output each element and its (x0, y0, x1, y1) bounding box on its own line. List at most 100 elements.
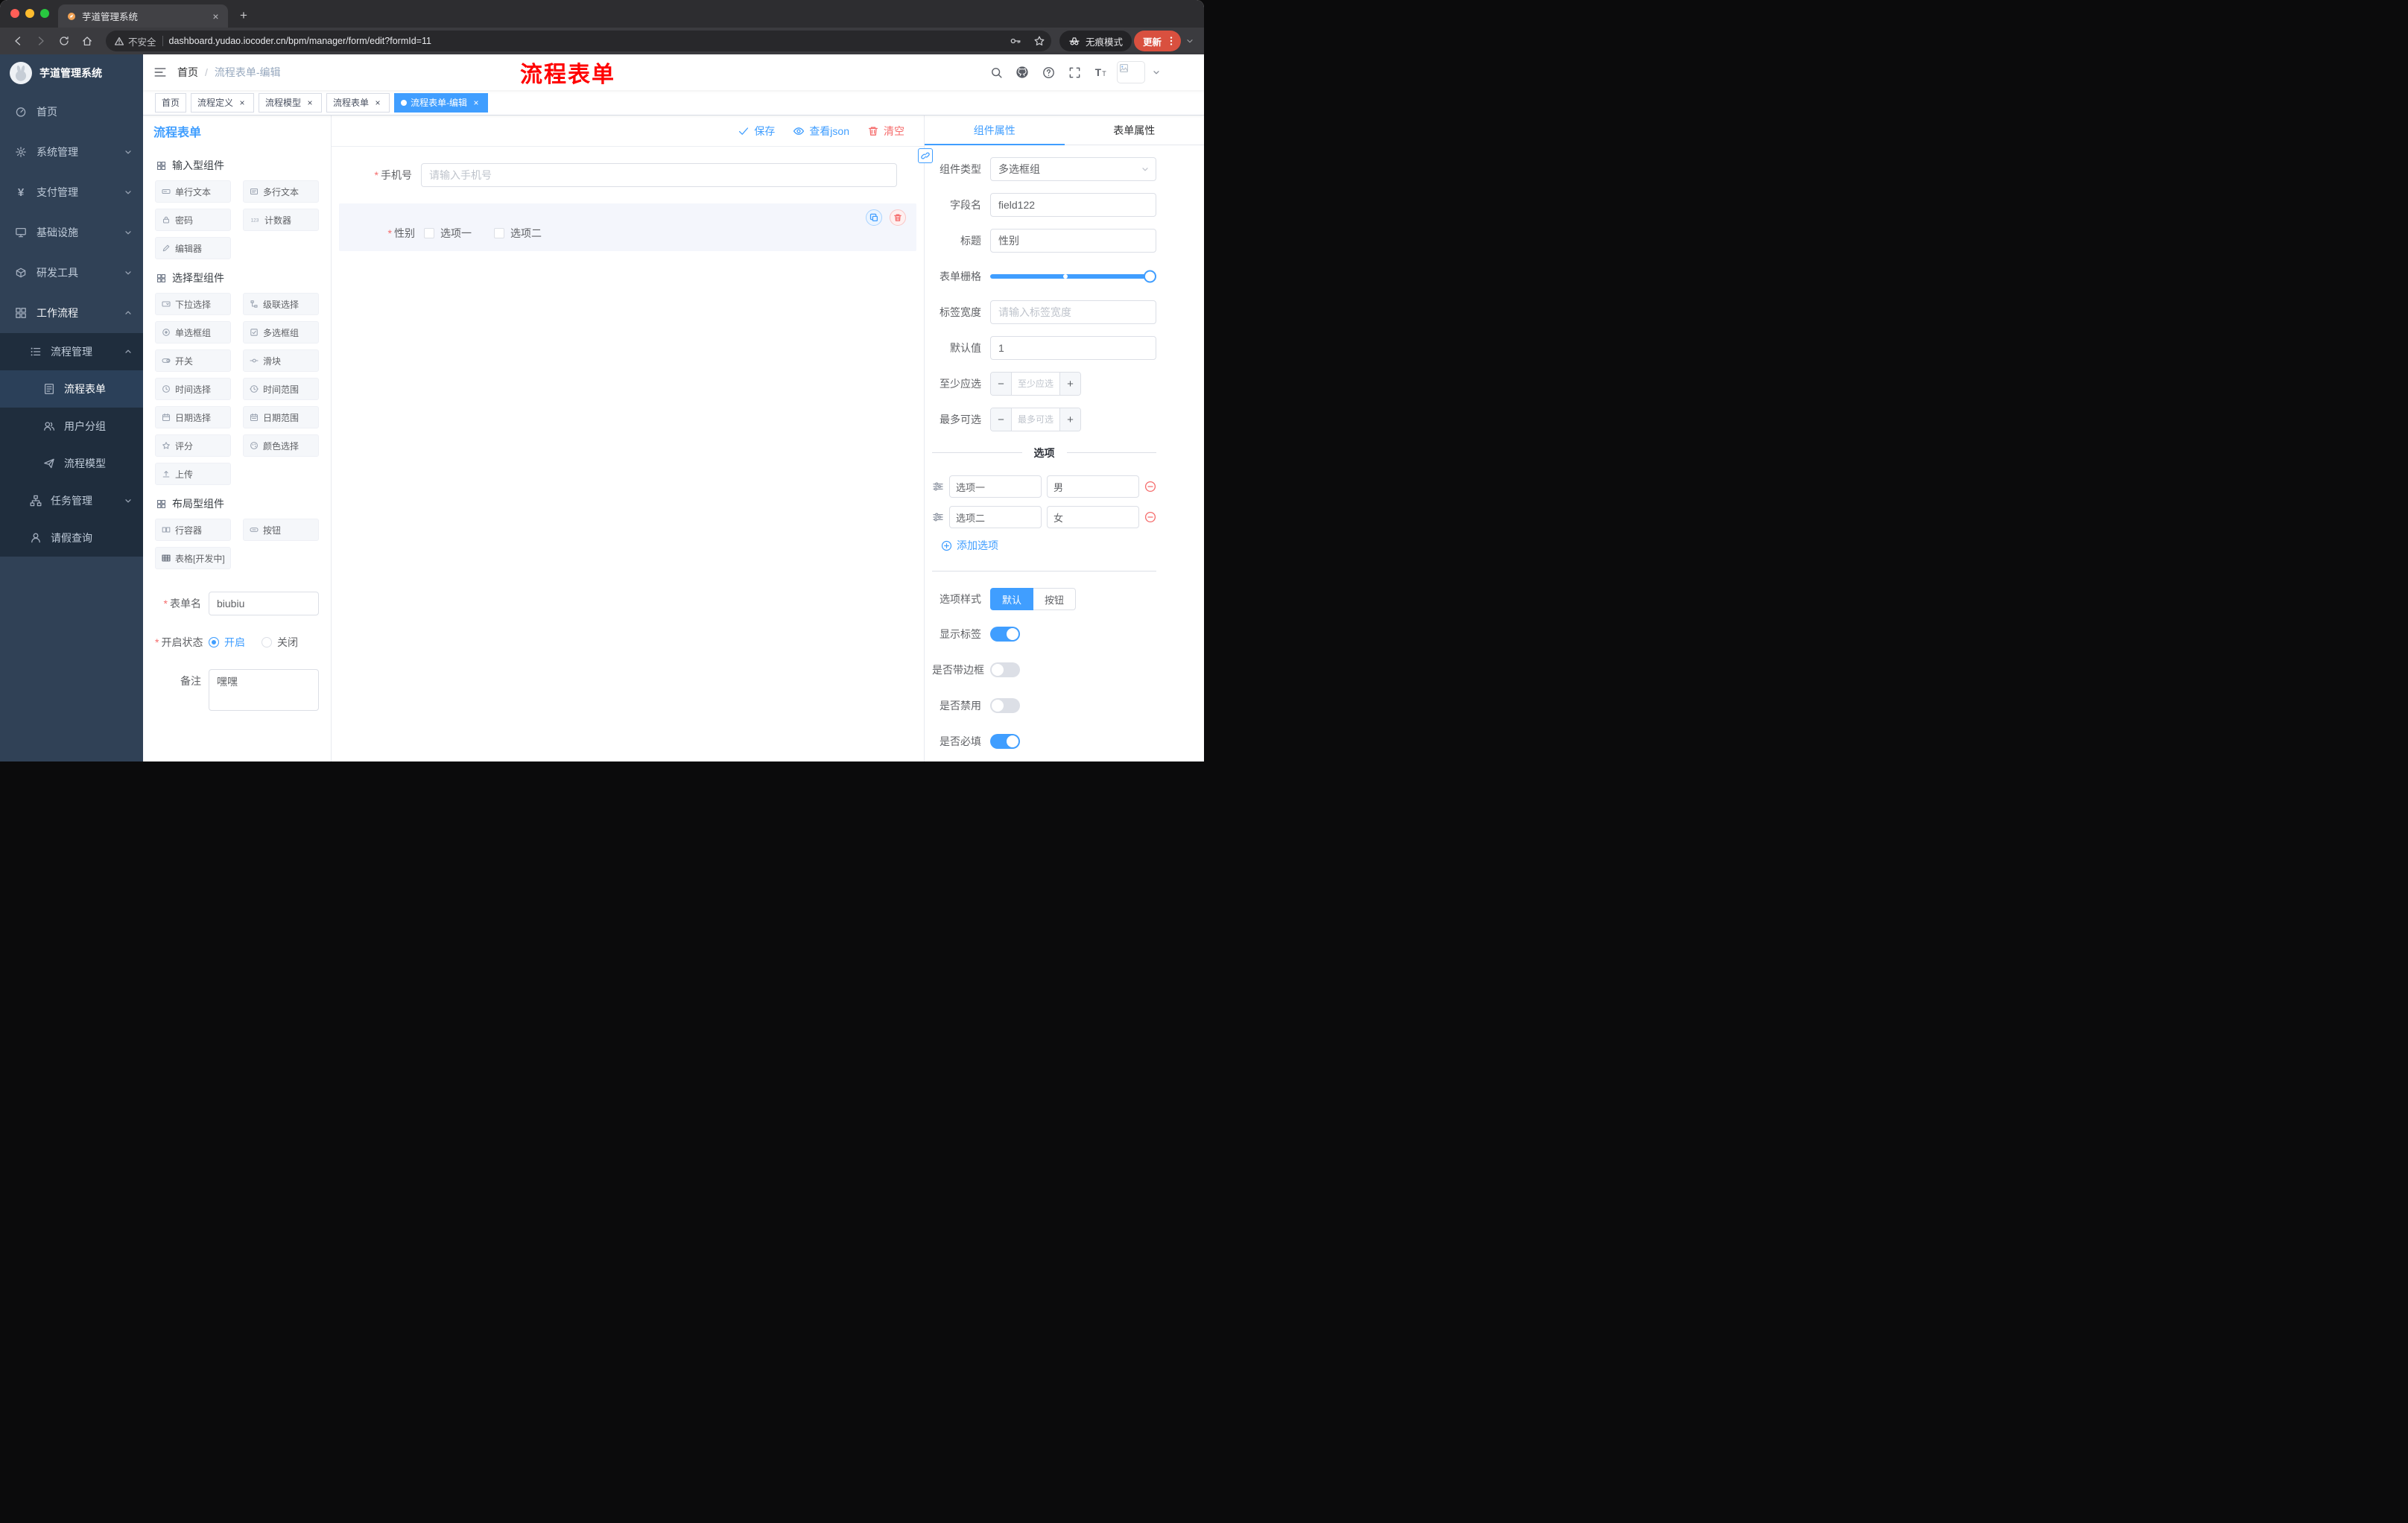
palette-item-password[interactable]: 密码 (155, 209, 231, 231)
toolbar-chevron-down-icon[interactable] (1183, 36, 1197, 46)
update-chip[interactable]: 更新 (1133, 31, 1181, 51)
palette-item-counter[interactable]: 123 计数器 (243, 209, 319, 231)
forward-button[interactable] (31, 31, 51, 51)
canvas-field-gender-selected[interactable]: 性别 选项一 选项二 (339, 203, 916, 251)
close-icon[interactable]: × (305, 98, 315, 108)
tag-process-model[interactable]: 流程模型 × (259, 92, 323, 113)
close-icon[interactable]: × (471, 98, 481, 108)
new-tab-button[interactable]: + (234, 6, 253, 25)
palette-item-button[interactable]: 按钮 (243, 519, 319, 541)
plus-icon[interactable]: + (1059, 373, 1080, 395)
sidebar-item-task-management[interactable]: 任务管理 (0, 482, 143, 519)
close-icon[interactable]: × (373, 98, 383, 108)
security-chip[interactable]: 不安全 (115, 34, 156, 48)
style-default-button[interactable]: 默认 (990, 588, 1034, 610)
palette-item-rate[interactable]: 评分 (155, 434, 231, 457)
palette-item-editor[interactable]: 编辑器 (155, 237, 231, 259)
palette-item-color-picker[interactable]: 颜色选择 (243, 434, 319, 457)
copy-component-button[interactable] (866, 209, 882, 226)
slider-rail[interactable] (990, 270, 1156, 283)
reload-button[interactable] (54, 31, 75, 51)
help-button[interactable] (1039, 63, 1058, 82)
checkbox-option-2[interactable]: 选项二 (494, 226, 542, 241)
remove-option-button[interactable] (1144, 511, 1156, 523)
option-name-input[interactable] (949, 475, 1042, 498)
sidebar-item-payment[interactable]: ¥ 支付管理 (0, 172, 143, 212)
field-name-input[interactable] (990, 193, 1156, 217)
avatar[interactable] (1117, 61, 1145, 83)
canvas-field-phone[interactable]: 手机号 (332, 163, 924, 187)
bookmark-star-button[interactable] (1030, 32, 1048, 50)
minimize-window-button[interactable] (25, 8, 34, 18)
border-toggle[interactable] (990, 662, 1020, 677)
link-button[interactable] (918, 148, 933, 163)
form-name-input[interactable] (209, 592, 319, 615)
address-bar[interactable]: 不安全 dashboard.yudao.iocoder.cn/bpm/manag… (106, 31, 1051, 51)
sidebar-item-workflow[interactable]: 工作流程 (0, 293, 143, 333)
browser-tab[interactable]: 芋道管理系统 × (58, 4, 228, 28)
checkbox-option-1[interactable]: 选项一 (424, 226, 472, 241)
collapse-sidebar-button[interactable] (143, 54, 177, 90)
palette-item-single-line-text[interactable]: 单行文本 (155, 180, 231, 203)
view-json-button[interactable]: 查看json (793, 124, 849, 139)
palette-item-table[interactable]: 表格[开发中] (155, 547, 231, 569)
palette-item-slider[interactable]: 滑块 (243, 349, 319, 372)
show-label-toggle[interactable] (990, 627, 1020, 642)
sidebar-item-infrastructure[interactable]: 基础设施 (0, 212, 143, 253)
component-type-select[interactable]: 多选框组 (990, 157, 1156, 181)
radio-status-on[interactable]: 开启 (209, 630, 245, 654)
github-button[interactable] (1013, 63, 1032, 82)
palette-item-cascader[interactable]: 级联选择 (243, 293, 319, 315)
tag-process-definition[interactable]: 流程定义 × (191, 92, 255, 113)
sidebar-item-leave-query[interactable]: 请假查询 (0, 519, 143, 557)
minus-icon[interactable]: − (991, 373, 1012, 395)
disabled-toggle[interactable] (990, 698, 1020, 713)
sidebar-item-home[interactable]: 首页 (0, 92, 143, 132)
font-size-button[interactable]: TT (1091, 63, 1110, 82)
avatar-caret-down-icon[interactable] (1152, 68, 1161, 77)
default-value-input[interactable] (990, 336, 1156, 360)
sidebar-item-process-model[interactable]: 流程模型 (0, 445, 143, 482)
option-value-input[interactable] (1047, 506, 1139, 528)
palette-item-time-range[interactable]: 时间范围 (243, 378, 319, 400)
delete-component-button[interactable] (890, 209, 906, 226)
max-select-input[interactable] (1012, 408, 1059, 431)
sidebar-item-system[interactable]: 系统管理 (0, 132, 143, 172)
phone-input[interactable] (421, 163, 897, 187)
zoom-window-button[interactable] (40, 8, 49, 18)
fullscreen-button[interactable] (1065, 63, 1084, 82)
tab-component-props[interactable]: 组件属性 (925, 115, 1065, 145)
breadcrumb-home[interactable]: 首页 (177, 65, 198, 80)
option-value-input[interactable] (1047, 475, 1139, 498)
option-name-input[interactable] (949, 506, 1042, 528)
close-window-button[interactable] (10, 8, 19, 18)
remove-option-button[interactable] (1144, 481, 1156, 493)
palette-item-textarea[interactable]: 多行文本 (243, 180, 319, 203)
grid-slider[interactable] (990, 265, 1156, 288)
sidebar-item-user-group[interactable]: 用户分组 (0, 408, 143, 445)
home-button[interactable] (77, 31, 98, 51)
palette-item-switch[interactable]: 开关 (155, 349, 231, 372)
palette-item-time-picker[interactable]: 时间选择 (155, 378, 231, 400)
close-icon[interactable]: × (237, 98, 247, 108)
add-option-button[interactable]: 添加选项 (941, 538, 1156, 553)
palette-item-radio-group[interactable]: 单选框组 (155, 321, 231, 343)
palette-item-date-range[interactable]: 日期范围 (243, 406, 319, 428)
tag-process-form-edit[interactable]: 流程表单-编辑 × (394, 92, 489, 113)
app-logo[interactable]: 芋道管理系统 (0, 54, 143, 92)
minus-icon[interactable]: − (991, 408, 1012, 431)
palette-item-row-container[interactable]: 行容器 (155, 519, 231, 541)
slider-handle[interactable] (1144, 270, 1156, 283)
sidebar-item-process-management[interactable]: 流程管理 (0, 333, 143, 370)
search-button[interactable] (986, 63, 1006, 82)
password-key-button[interactable] (1007, 32, 1024, 50)
option-drag-icon[interactable] (932, 481, 944, 493)
sidebar-item-dev-tools[interactable]: 研发工具 (0, 253, 143, 293)
radio-status-off[interactable]: 关闭 (262, 630, 298, 654)
save-button[interactable]: 保存 (738, 124, 775, 139)
tag-home[interactable]: 首页 (155, 92, 187, 113)
tag-process-form[interactable]: 流程表单 × (326, 92, 390, 113)
back-button[interactable] (7, 31, 28, 51)
sidebar-item-process-form[interactable]: 流程表单 (0, 370, 143, 408)
tab-form-props[interactable]: 表单属性 (1065, 115, 1205, 145)
